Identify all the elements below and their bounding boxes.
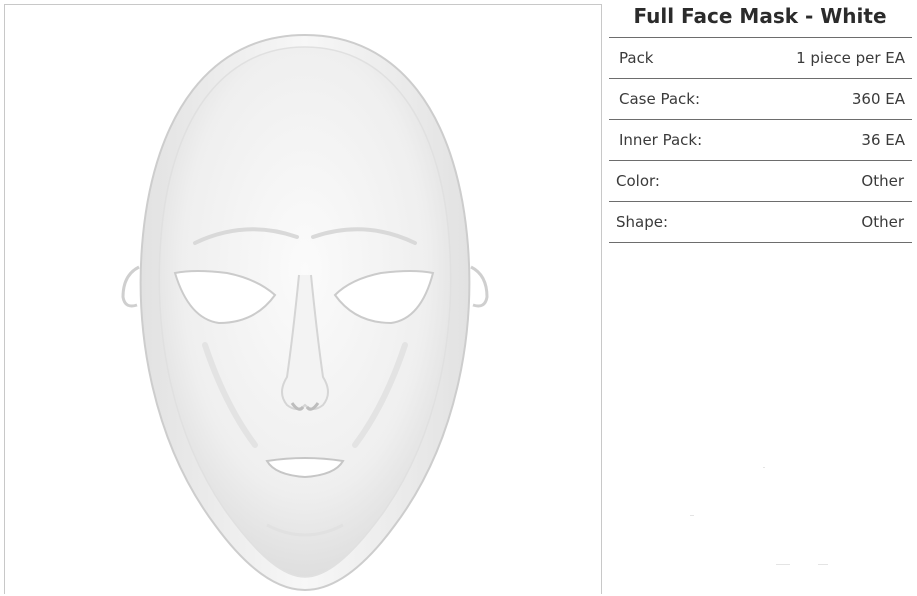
product-title: Full Face Mask - White bbox=[633, 4, 887, 28]
spec-label: Case Pack: bbox=[619, 90, 701, 108]
spec-value: Other bbox=[861, 213, 904, 231]
mask-image bbox=[121, 33, 489, 592]
spec-row-inner-pack: Inner Pack: 36 EA bbox=[609, 120, 912, 161]
spec-value: 36 EA bbox=[861, 131, 905, 149]
spec-row-pack: Pack 1 piece per EA bbox=[609, 38, 912, 79]
spec-label: Pack bbox=[619, 49, 654, 67]
spec-label: Inner Pack: bbox=[619, 131, 703, 149]
spec-label: Shape: bbox=[616, 213, 669, 231]
speck bbox=[776, 564, 790, 565]
spec-row-color: Color: Other bbox=[609, 161, 912, 202]
spec-value: 360 EA bbox=[851, 90, 905, 108]
spec-label: Color: bbox=[616, 172, 660, 190]
spec-value: 1 piece per EA bbox=[796, 49, 905, 67]
spec-row-case-pack: Case Pack: 360 EA bbox=[609, 79, 912, 120]
speck bbox=[818, 564, 828, 565]
product-image-frame bbox=[4, 4, 602, 594]
speck bbox=[763, 467, 765, 468]
spec-row-shape: Shape: Other bbox=[609, 202, 912, 243]
specs-table: Pack 1 piece per EA Case Pack: 360 EA In… bbox=[609, 37, 912, 243]
speck bbox=[690, 515, 694, 516]
spec-value: Other bbox=[861, 172, 904, 190]
